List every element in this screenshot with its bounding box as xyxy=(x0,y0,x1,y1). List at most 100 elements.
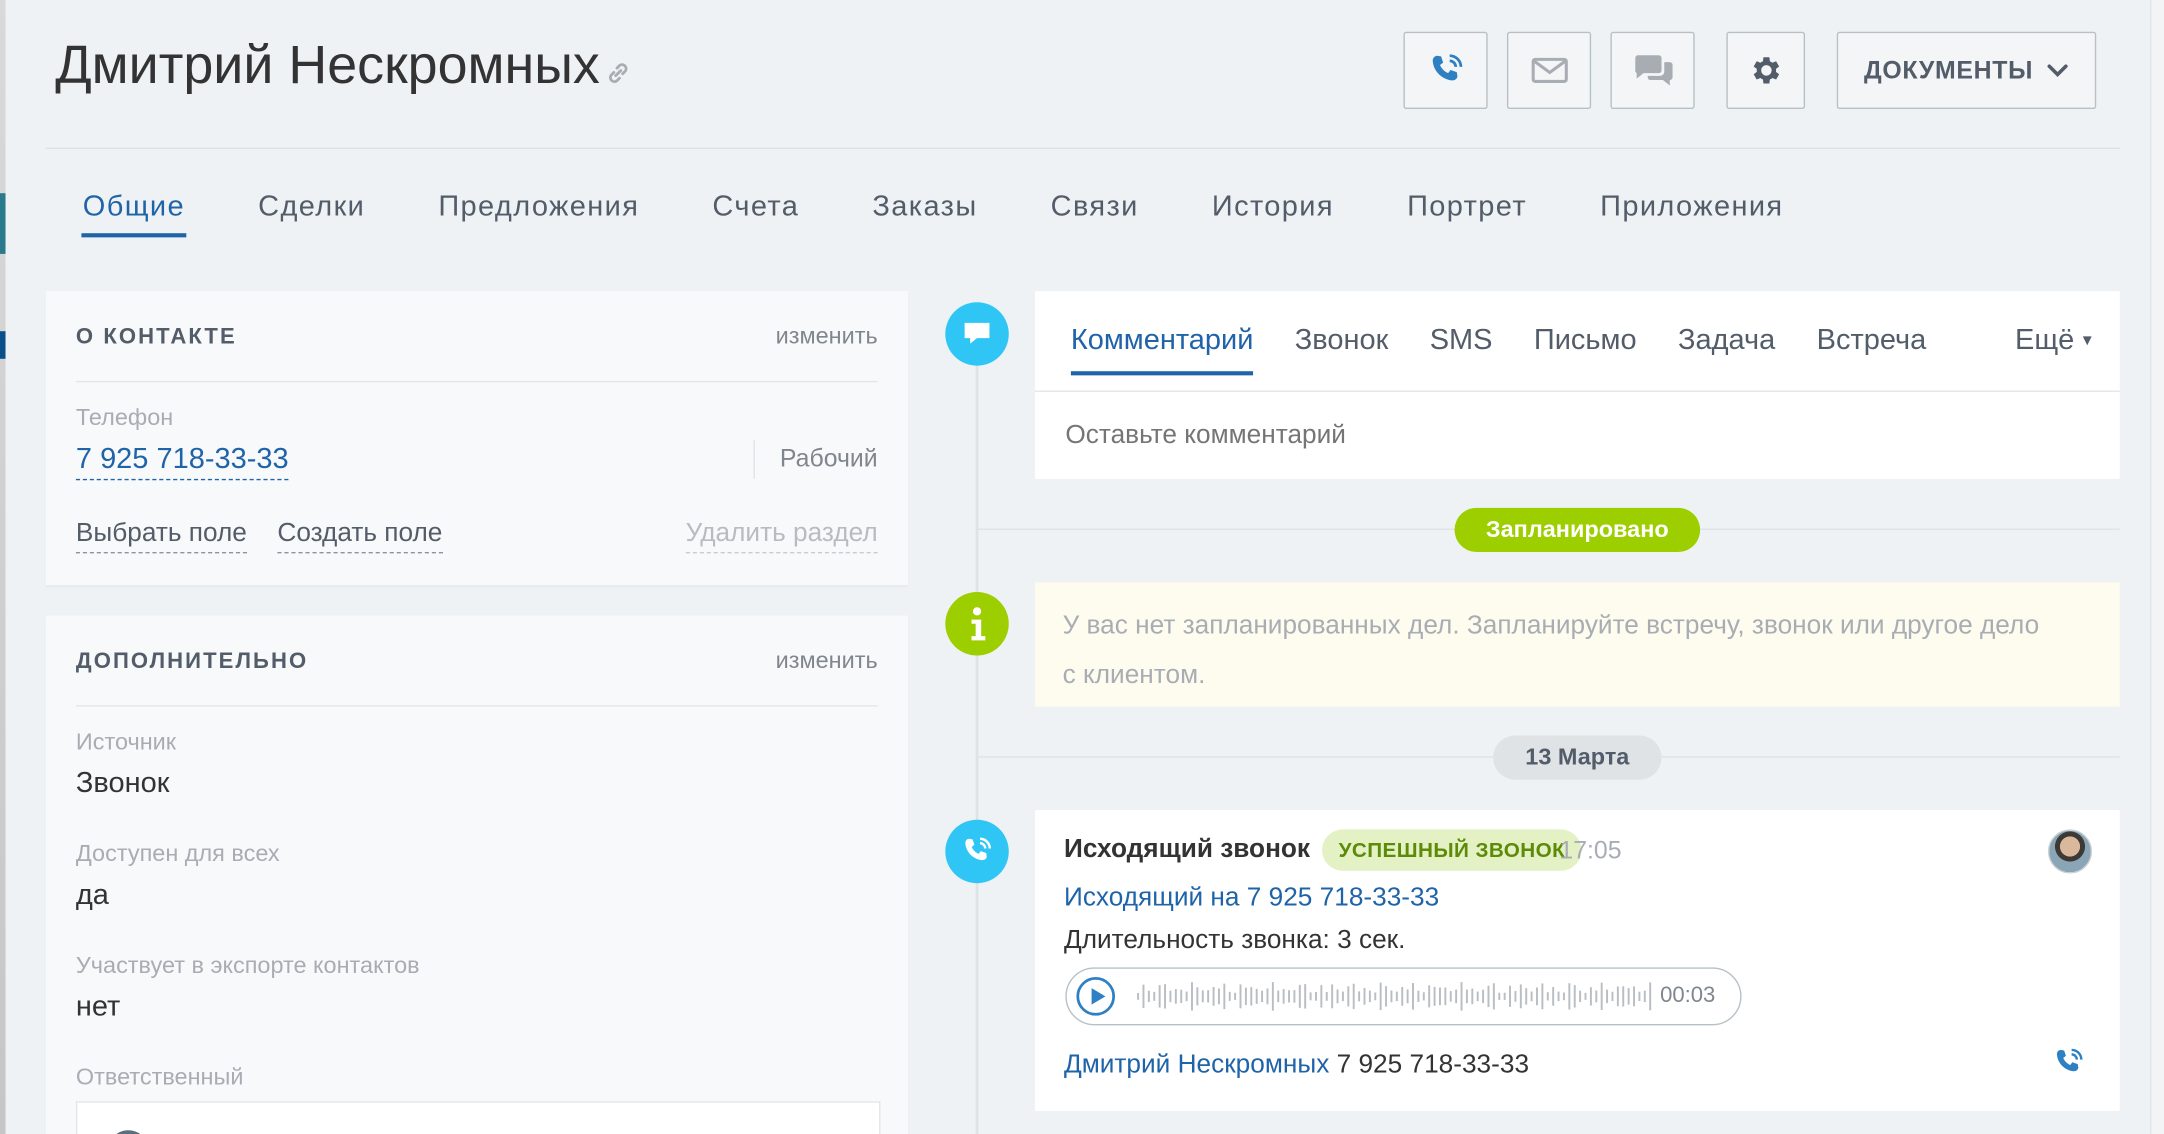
waveform-bar xyxy=(1552,987,1555,1006)
waveform-bar xyxy=(1180,989,1183,1003)
waveform-bar xyxy=(1174,989,1177,1004)
waveform-bar xyxy=(1649,982,1652,1011)
create-field-link[interactable]: Создать поле xyxy=(277,519,443,554)
waveform-bar xyxy=(1557,991,1560,1002)
waveform-bar xyxy=(1347,986,1350,1007)
link-icon[interactable] xyxy=(603,58,633,88)
edit-contact-link[interactable]: изменить xyxy=(776,323,878,351)
waveform-bar xyxy=(1455,989,1458,1004)
waveform-bar xyxy=(1266,988,1269,1005)
call-contact-link[interactable]: Дмитрий Нескромных 7 925 718-33-33 xyxy=(1064,1050,1529,1080)
waveform-bar xyxy=(1201,990,1204,1003)
tab-portrait[interactable]: Портрет xyxy=(1407,190,1527,245)
comment-input[interactable] xyxy=(1065,415,2087,457)
waveform-bar xyxy=(1471,988,1474,1005)
export-label: Участвует в экспорте контактов xyxy=(75,952,420,979)
waveform-bar xyxy=(1568,983,1571,1010)
source-value: Звонок xyxy=(75,767,170,800)
waveform-bar xyxy=(1142,984,1145,1009)
waveform-bar xyxy=(1546,992,1549,1001)
tab-history[interactable]: История xyxy=(1212,190,1334,245)
contact-name: Дмитрий Нескромных xyxy=(1063,1050,1330,1080)
comment-timeline-icon xyxy=(945,302,1009,366)
email-button[interactable] xyxy=(1506,31,1592,110)
tab-comment[interactable]: Комментарий xyxy=(1070,324,1254,379)
waveform-bar xyxy=(1352,983,1355,1010)
tab-invoices[interactable]: Счета xyxy=(712,190,799,245)
waveform-bar xyxy=(1379,982,1382,1011)
waveform-bar xyxy=(1573,985,1576,1008)
documents-label: ДОКУМЕНТЫ xyxy=(1863,55,2034,84)
activity-editor: Комментарий Звонок SMS Письмо Задача Вст… xyxy=(1035,291,2120,479)
waveform-bar xyxy=(1304,984,1307,1009)
waveform-bar xyxy=(1584,992,1587,1000)
tab-deals[interactable]: Сделки xyxy=(258,190,365,245)
avatar[interactable] xyxy=(2047,829,2093,874)
edge-mark xyxy=(0,193,6,254)
tab-relations[interactable]: Связи xyxy=(1051,190,1139,245)
call-subject-link[interactable]: Исходящий на 7 925 718-33-33 xyxy=(1064,883,1439,913)
waveform-bar xyxy=(1622,986,1625,1007)
export-value: нет xyxy=(75,990,121,1023)
waveform-bar xyxy=(1212,986,1215,1006)
waveform-bar xyxy=(1153,991,1156,1001)
waveform-bar xyxy=(1368,990,1371,1003)
waveform-bar xyxy=(1514,991,1517,1002)
responsible-field[interactable] xyxy=(75,1101,881,1134)
waveform-bar xyxy=(1530,991,1533,1002)
play-button[interactable] xyxy=(1076,977,1116,1016)
waveform-bar xyxy=(1616,986,1619,1007)
waveform-bar xyxy=(1185,991,1188,1002)
chat-button[interactable] xyxy=(1610,31,1695,110)
tab-quotes[interactable]: Предложения xyxy=(438,190,639,245)
waveform-bar xyxy=(1428,985,1431,1008)
waveform-bar xyxy=(1525,988,1528,1005)
waveform-bar xyxy=(1293,990,1296,1003)
waveform-bar xyxy=(1331,984,1334,1009)
tab-task[interactable]: Задача xyxy=(1678,324,1775,379)
waveform-bar xyxy=(1255,988,1258,1004)
delete-section-link[interactable]: Удалить раздел xyxy=(685,519,878,554)
waveform-bar xyxy=(1412,983,1414,1010)
tab-sms[interactable]: SMS xyxy=(1430,324,1493,379)
planned-empty-notice: У вас нет запланированных дел. Запланиру… xyxy=(1035,582,2120,707)
waveform-bar xyxy=(1217,988,1220,1005)
status-badge: УСПЕШНЫЙ ЗВОНОК xyxy=(1322,829,1582,871)
tab-email[interactable]: Письмо xyxy=(1534,324,1637,379)
planned-info-text: У вас нет запланированных дел. Запланиру… xyxy=(1062,611,2040,690)
waveform-bar xyxy=(1363,987,1366,1005)
waveform-bar xyxy=(1589,987,1592,1006)
date-badge: 13 Марта xyxy=(1493,735,1662,780)
tab-orders[interactable]: Заказы xyxy=(872,190,977,245)
waveform-bar xyxy=(1315,991,1317,1001)
tab-applications[interactable]: Приложения xyxy=(1600,190,1783,245)
phone-icon[interactable] xyxy=(2051,1045,2087,1081)
tab-general[interactable]: Общие xyxy=(81,190,187,245)
waveform-bar xyxy=(1228,991,1231,1001)
right-edge-strip xyxy=(2150,0,2164,1134)
waveform-bar xyxy=(1417,990,1420,1002)
select-field-link[interactable]: Выбрать поле xyxy=(75,519,247,554)
more-tabs-dropdown[interactable]: Ещё ▼ xyxy=(2015,324,2095,357)
waveform[interactable] xyxy=(1136,978,1654,1014)
waveform-bar xyxy=(1341,991,1344,1002)
documents-dropdown[interactable]: ДОКУМЕНТЫ xyxy=(1836,31,2097,110)
waveform-bar xyxy=(1498,992,1501,1000)
tab-call[interactable]: Звонок xyxy=(1295,324,1388,379)
mail-icon xyxy=(1530,57,1568,83)
call-duration: Длительность звонка: 3 сек. xyxy=(1063,925,1406,955)
waveform-bar xyxy=(1482,989,1485,1004)
waveform-bar xyxy=(1633,986,1635,1007)
phone-link[interactable]: 7 925 718-33-33 xyxy=(75,443,289,481)
waveform-bar xyxy=(1519,984,1522,1009)
call-history-item: Исходящий звонок УСПЕШНЫЙ ЗВОНОК 17:05 И… xyxy=(1035,810,2120,1111)
responsible-label: Ответственный xyxy=(75,1063,244,1091)
edit-additional-link[interactable]: изменить xyxy=(776,647,878,675)
settings-button[interactable] xyxy=(1726,31,1806,110)
card-divider xyxy=(75,380,878,383)
waveform-bar xyxy=(1492,983,1495,1010)
call-button[interactable] xyxy=(1403,31,1488,110)
waveform-bar xyxy=(1271,982,1274,1011)
waveform-bar xyxy=(1595,990,1598,1003)
tab-meeting[interactable]: Встреча xyxy=(1817,324,1927,379)
